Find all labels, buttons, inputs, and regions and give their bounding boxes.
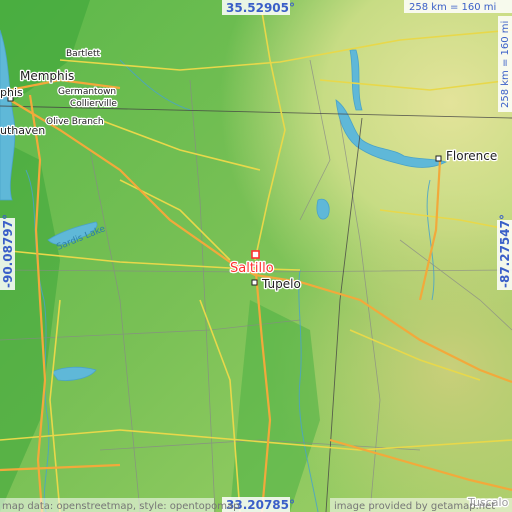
label-memphis: Memphis — [20, 69, 74, 83]
label-germantown: Germantown — [58, 87, 116, 97]
label-florence: Florence — [446, 149, 497, 163]
label-southaven: uthaven — [0, 124, 45, 137]
florence-marker — [435, 155, 442, 162]
label-bartlett: Bartlett — [66, 49, 100, 59]
tenn-tom-reservoir — [316, 198, 330, 220]
coord-right: -87.27547° — [498, 214, 512, 288]
scale-right: 258 km = 160 mi — [500, 21, 511, 108]
label-olive-branch: Olive Branch — [46, 117, 104, 127]
scale-top: 258 km = 160 mi — [409, 2, 496, 13]
label-memphis-west: phis — [0, 86, 23, 99]
coord-left: -90.08797° — [1, 214, 15, 288]
label-collierville: Collierville — [70, 99, 117, 109]
tupelo-marker — [251, 279, 258, 286]
credit-left: map data: openstreetmap, style: opentopo… — [2, 501, 239, 512]
map-canvas: Memphis Bartlett Germantown Collierville… — [0, 0, 512, 512]
focus-marker-icon[interactable] — [251, 250, 260, 259]
map-view[interactable]: Memphis Bartlett Germantown Collierville… — [0, 0, 512, 512]
coord-top: 35.52905° — [226, 1, 295, 15]
credit-right: image provided by getamap.net — [334, 501, 495, 512]
label-focus-place: Saltillo — [230, 261, 274, 276]
label-tupelo: Tupelo — [261, 277, 301, 291]
